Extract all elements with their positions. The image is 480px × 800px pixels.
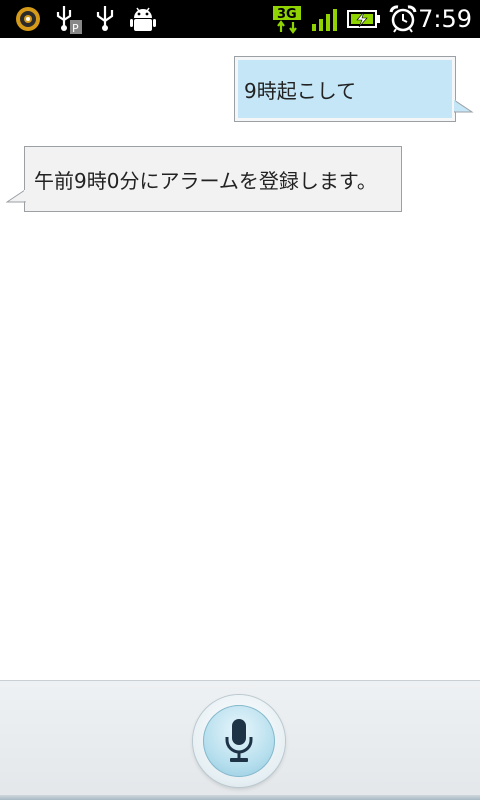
assistant-message-bubble: 午前9時0分にアラームを登録します。 xyxy=(24,146,402,212)
network-3g-icon: 3G xyxy=(273,6,301,34)
battery-charging-icon xyxy=(347,10,380,28)
rocket-launcher-icon xyxy=(16,7,40,31)
alarm-clock-icon xyxy=(389,5,417,33)
user-bubble-tail xyxy=(454,100,474,113)
user-message-text: 9時起こして xyxy=(244,78,357,103)
android-debug-icon xyxy=(130,7,156,31)
assistant-message-text: 午前9時0分にアラームを登録します。 xyxy=(34,168,377,193)
svg-text:3G: 3G xyxy=(277,7,297,22)
microphone-button-inner xyxy=(203,705,275,777)
microphone-button[interactable] xyxy=(193,695,285,787)
status-bar: P 3G 7:59 xyxy=(0,0,480,38)
assistant-bubble-tail xyxy=(6,190,26,203)
conversation-area[interactable]: 9時起こして 午前9時0分にアラームを登録します。 xyxy=(0,38,480,680)
voice-input-bar xyxy=(0,680,480,800)
user-message-bubble: 9時起こして xyxy=(234,56,456,122)
voice-assistant-screen: P 3G 7:59 9時起こして 午前9時0分にアラームを登録します。 xyxy=(0,0,480,800)
usb-icon xyxy=(96,6,114,31)
svg-text:P: P xyxy=(72,22,79,34)
microphone-icon xyxy=(225,719,253,762)
signal-strength-icon xyxy=(312,9,337,31)
usb-debugging-icon: P xyxy=(56,6,82,34)
status-clock: 7:59 xyxy=(418,5,472,33)
